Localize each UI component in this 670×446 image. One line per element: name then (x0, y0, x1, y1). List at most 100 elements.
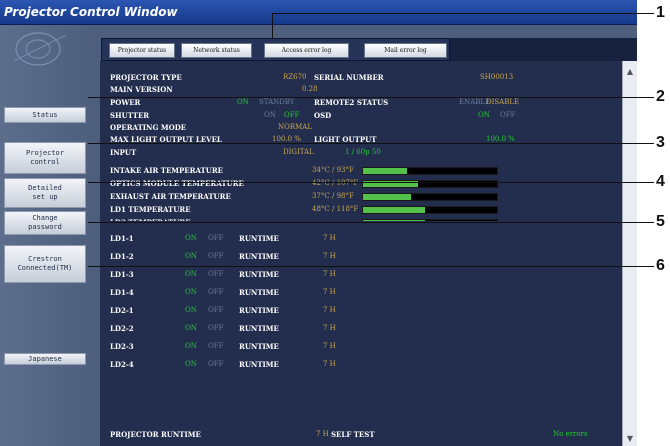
laser-unit-row: LD2-4 ON OFF RUNTIME 7 H (100, 359, 622, 371)
ld-on: ON (185, 324, 197, 332)
row-projector-type: PROJECTOR TYPE RZ670 SERIAL NUMBER SH00013 (100, 72, 622, 84)
row-footer: PROJECTOR RUNTIME 7 H SELF TEST No errors (100, 429, 622, 441)
sidebar (0, 25, 93, 446)
ld-runtime-value: 7 H (323, 360, 336, 368)
scroll-down-icon[interactable]: ▼ (623, 432, 637, 446)
power-on: ON (237, 98, 249, 106)
operating-mode-value: NORMAL (278, 123, 313, 131)
ld-runtime-value: 7 H (323, 270, 336, 278)
laser-unit-row: LD1-4 ON OFF RUNTIME 7 H (100, 287, 622, 299)
self-test-value: No errors (553, 430, 588, 438)
manual-figure: Projector Control Window Status Projector… (0, 0, 670, 446)
callout-line (88, 143, 654, 144)
callout-number: 5 (656, 213, 665, 230)
language-button[interactable]: Japanese (4, 353, 86, 365)
status-text: RUNTIME (239, 324, 279, 333)
callout-line (88, 97, 654, 98)
panasonic-logo-icon (13, 32, 67, 66)
crestron-connected-button[interactable]: Crestron Connected(TM) (4, 245, 86, 283)
serial-number-value: SH00013 (480, 73, 514, 81)
ld-off: OFF (208, 234, 224, 242)
row-shutter: SHUTTER ON OFF OSD ON OFF (100, 110, 622, 122)
scroll-up-icon[interactable]: ▲ (623, 65, 637, 79)
light-output-value: 100.0 % (486, 135, 515, 143)
ld-on: ON (185, 342, 197, 350)
input-value: DIGITAL (283, 148, 314, 156)
status-text: OPERATING MODE (110, 123, 187, 132)
status-text: LD1 TEMPERATURE (110, 205, 191, 214)
projector-runtime-value: 7 H (316, 430, 329, 438)
ld-runtime-value: 7 H (323, 288, 336, 296)
laser-unit-row: LD1-2 ON OFF RUNTIME 7 H (100, 251, 622, 263)
status-text: OSD (314, 111, 332, 120)
temperature-bar-fill (363, 194, 412, 200)
ld-runtime-value: 7 H (323, 252, 336, 260)
status-text: RUNTIME (239, 306, 279, 315)
ld-off: OFF (208, 324, 224, 332)
ld-off: OFF (208, 306, 224, 314)
status-text: LD1-3 (110, 270, 134, 279)
callout-line (272, 13, 273, 39)
status-button[interactable]: Status (4, 107, 86, 123)
status-text: INTAKE AIR TEMPERATURE (110, 166, 223, 175)
status-text: MAIN VERSION (110, 85, 173, 94)
osd-on: ON (478, 111, 490, 119)
tab-network-status[interactable]: Network status (181, 43, 252, 58)
callout-number: 4 (656, 173, 665, 190)
temperature-bar-fill (363, 207, 425, 213)
tab-mail-error-log[interactable]: Mail error log (364, 43, 447, 58)
row-operating-mode: OPERATING MODE NORMAL (100, 122, 622, 134)
laser-unit-row: LD1-3 ON OFF RUNTIME 7 H (100, 269, 622, 281)
row-input: INPUT DIGITAL 1 / 60p 50 (100, 147, 622, 159)
projector-control-button[interactable]: Projector control (4, 142, 86, 174)
status-text: RUNTIME (239, 342, 279, 351)
status-text: LD2-3 (110, 342, 134, 351)
ld-on: ON (185, 252, 197, 260)
ld-runtime-value: 7 H (323, 342, 336, 350)
projector-control-window: Projector Control Window Status Projector… (0, 0, 637, 446)
temperature-row: LD1 TEMPERATURE 48°C / 118°F (100, 204, 622, 216)
main-version-value: 0.28 (302, 85, 318, 93)
tab-bar: Projector status Network status Access e… (101, 38, 450, 61)
detailed-set-up-button[interactable]: Detailed set up (4, 178, 86, 208)
row-power: POWER ON STANDBY REMOTE2 STATUS ENABLE DISABL… (100, 97, 622, 109)
row-main-version: MAIN VERSION 0.28 (100, 84, 622, 96)
status-text: RUNTIME (239, 270, 279, 279)
status-text: EXHAUST AIR TEMPERATURE (110, 192, 231, 201)
callout-number: 6 (656, 257, 665, 274)
laser-unit-row: LD2-2 ON OFF RUNTIME 7 H (100, 323, 622, 335)
status-text: RUNTIME (239, 288, 279, 297)
status-text: SELF TEST (331, 430, 375, 439)
ld-on: ON (185, 306, 197, 314)
projector-type-value: RZ670 (283, 73, 307, 81)
window-title: Projector Control Window (4, 5, 178, 19)
callout-number: 3 (656, 134, 665, 151)
tab-projector-status[interactable]: Projector status (109, 43, 175, 58)
status-text: RUNTIME (239, 234, 279, 243)
laser-unit-row: LD1-1 ON OFF RUNTIME 7 H (100, 233, 622, 245)
callout-line (272, 13, 654, 14)
header-strip (450, 38, 637, 61)
status-text: OPTICS MODULE TEMPERATURE (110, 179, 244, 188)
change-password-button[interactable]: Change password (4, 211, 86, 235)
status-text: SHUTTER (110, 111, 150, 120)
ld-off: OFF (208, 342, 224, 350)
status-text: LD1-2 (110, 252, 134, 261)
laser-unit-row: LD2-1 ON OFF RUNTIME 7 H (100, 305, 622, 317)
temperature-row: OPTICS MODULE TEMPERATURE 42°C / 107°F (100, 178, 622, 190)
laser-unit-row: LD2-3 ON OFF RUNTIME 7 H (100, 341, 622, 353)
status-text: LD2-1 (110, 306, 134, 315)
remote2-disable: DISABLE (486, 98, 520, 106)
osd-off: OFF (500, 111, 516, 119)
temperature-bar (362, 206, 498, 214)
ld-runtime-value: 7 H (323, 306, 336, 314)
ld-off: OFF (208, 270, 224, 278)
ld-off: OFF (208, 288, 224, 296)
scrollbar[interactable]: ▲ ▼ (622, 61, 637, 446)
status-text: PROJECTOR RUNTIME (110, 430, 201, 439)
ld-on: ON (185, 234, 197, 242)
tab-access-error-log[interactable]: Access error log (264, 43, 349, 58)
ld-runtime-value: 7 H (323, 234, 336, 242)
status-panel: PROJECTOR TYPE RZ670 SERIAL NUMBER SH00013 M… (100, 61, 622, 446)
status-text: SERIAL NUMBER (314, 73, 384, 82)
